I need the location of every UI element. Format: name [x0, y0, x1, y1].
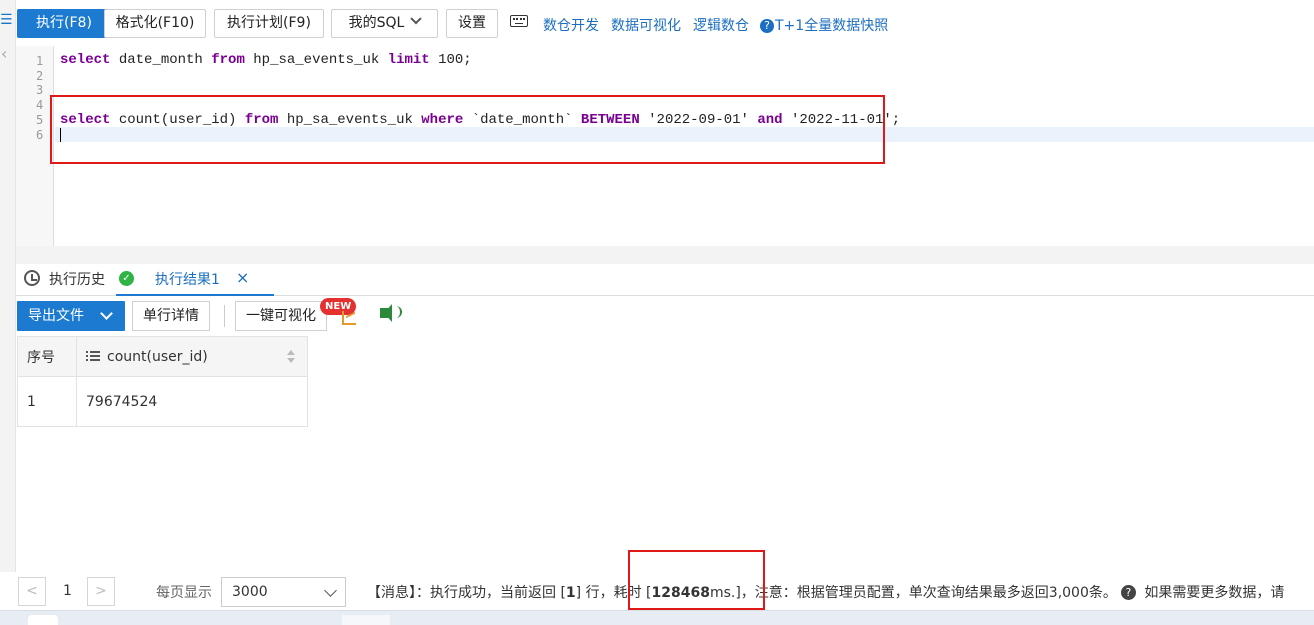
- sql-keyword: select: [60, 52, 111, 68]
- prev-page-button[interactable]: <: [18, 577, 46, 606]
- taskbar-tab[interactable]: [28, 615, 58, 625]
- sql-text: hp_sa_events_uk: [244, 52, 388, 68]
- keyboard-icon[interactable]: [510, 15, 528, 27]
- link-dw-dev[interactable]: 数仓开发: [543, 15, 599, 35]
- sql-keyword: limit: [387, 52, 430, 68]
- my-sql-label: 我的SQL: [348, 15, 405, 31]
- history-icon: [24, 270, 40, 286]
- menu-icon[interactable]: ☰: [0, 12, 13, 28]
- success-check-icon: ✓: [119, 271, 134, 286]
- format-button[interactable]: 格式化(F10): [104, 9, 206, 38]
- table-header-row: 序号 count(user_id): [17, 336, 308, 377]
- chevron-down-icon: [100, 307, 113, 320]
- line-number: 1: [36, 54, 44, 68]
- taskbar-tab[interactable]: [342, 615, 390, 625]
- current-page: 1: [63, 583, 72, 599]
- result-tabs: 执行历史 ✓ 执行结果1 ×: [16, 264, 1314, 296]
- chevron-down-icon: [324, 584, 337, 597]
- editor-splitter[interactable]: [16, 246, 1314, 264]
- chart-icon[interactable]: [342, 311, 356, 325]
- code-line-1[interactable]: select date_month from hp_sa_events_uk l…: [60, 52, 472, 68]
- line-number: 2: [36, 69, 44, 83]
- next-page-button[interactable]: >: [87, 577, 115, 606]
- sql-keyword: from: [211, 52, 245, 68]
- export-file-button[interactable]: 导出文件: [17, 301, 125, 331]
- highlight-box-elapsed: [628, 550, 765, 610]
- taskbar-strip: [0, 610, 1314, 625]
- list-icon: [86, 350, 100, 362]
- sql-console-window: ☰ ‹ 执行(F8) 格式化(F10) 执行计划(F9) 我的SQL 设置 数仓…: [0, 0, 1314, 625]
- collapse-chevron-icon[interactable]: ‹: [1, 44, 7, 63]
- active-tab-indicator: [116, 294, 274, 296]
- link-logical-dw[interactable]: 逻辑数仓: [693, 15, 749, 35]
- sql-text: date_month: [110, 52, 212, 68]
- per-page-value: 3000: [232, 584, 268, 600]
- table-row[interactable]: 1 79674524: [17, 376, 308, 427]
- sort-icon[interactable]: [287, 350, 295, 364]
- column-header-label: count(user_id): [107, 348, 208, 365]
- status-message: 【消息】：执行成功，当前返回 [1] 行，耗时 [128468ms.]，注意：根…: [367, 582, 1284, 602]
- chevron-down-icon: [410, 13, 423, 25]
- tab-result-1[interactable]: 执行结果1: [155, 269, 220, 289]
- line-number: 3: [36, 83, 44, 97]
- status-text: ms.]，注意：根据管理员配置，单次查询结果最多返回3,000条。: [709, 585, 1117, 601]
- link-snapshot-label: T+1全量数据快照: [775, 18, 889, 34]
- line-number: 6: [36, 128, 44, 142]
- row-detail-button[interactable]: 单行详情: [132, 301, 210, 331]
- per-page-label: 每页显示: [156, 585, 212, 601]
- my-sql-dropdown[interactable]: 我的SQL: [331, 9, 438, 38]
- toolbar-divider: [224, 305, 225, 327]
- left-collapsed-panel: ☰ ‹: [0, 0, 16, 625]
- settings-button[interactable]: 设置: [446, 9, 498, 38]
- execution-plan-button[interactable]: 执行计划(F9): [214, 9, 324, 38]
- column-header-count[interactable]: count(user_id): [76, 336, 308, 377]
- help-icon[interactable]: ?: [1120, 585, 1136, 600]
- close-tab-icon[interactable]: ×: [236, 268, 249, 287]
- one-click-visualize-button[interactable]: 一键可视化: [235, 301, 327, 331]
- editor-toolbar: 执行(F8) 格式化(F10) 执行计划(F9) 我的SQL 设置 数仓开发 数…: [16, 0, 1314, 46]
- result-table: 序号 count(user_id) 1 79674524: [17, 336, 308, 427]
- speaker-icon[interactable]: [380, 304, 402, 322]
- run-button[interactable]: 执行(F8): [17, 9, 111, 38]
- link-snapshot[interactable]: ? T+1全量数据快照: [760, 15, 888, 35]
- line-number: 4: [36, 98, 44, 112]
- highlight-box-query: [50, 95, 885, 164]
- result-toolbar: 导出文件 单行详情 一键可视化 NEW: [16, 297, 1314, 335]
- rows-returned: 1: [565, 585, 576, 601]
- column-header-index: 序号: [17, 336, 77, 377]
- sql-text: 100;: [429, 52, 472, 68]
- status-text: 如果需要更多数据，请: [1144, 585, 1285, 601]
- per-page-select[interactable]: 3000: [221, 577, 346, 607]
- help-icon: ?: [760, 19, 774, 33]
- table-cell: 79674524: [76, 376, 308, 427]
- table-cell: 1: [17, 376, 77, 427]
- link-data-visualization[interactable]: 数据可视化: [611, 15, 681, 35]
- tab-history[interactable]: 执行历史: [49, 269, 105, 289]
- line-number: 5: [36, 113, 44, 127]
- line-number-gutter: 1 2 3 4 5 6: [16, 46, 54, 246]
- status-text: 【消息】：执行成功，当前返回 [: [367, 585, 566, 601]
- export-file-label: 导出文件: [28, 308, 84, 324]
